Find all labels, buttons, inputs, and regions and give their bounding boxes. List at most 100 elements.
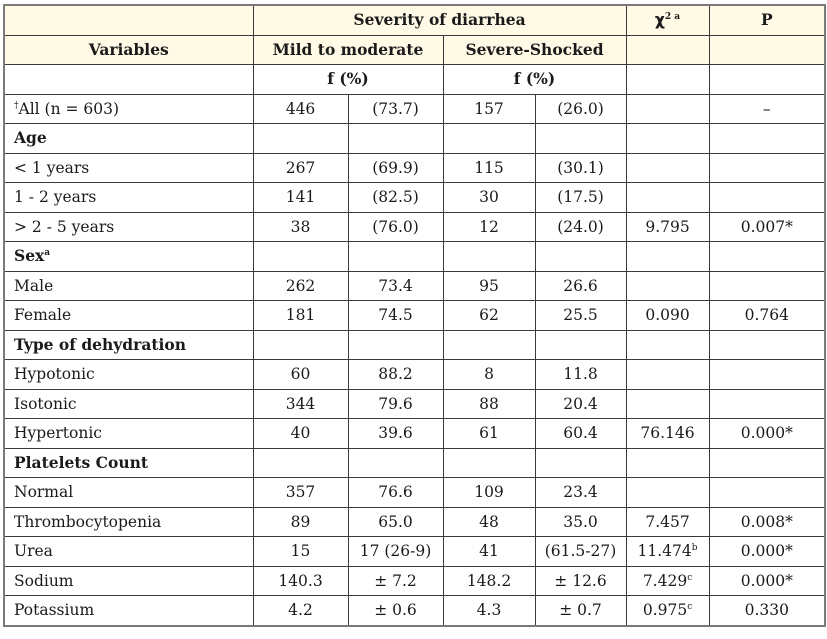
mild-f-cell: 357 xyxy=(252,477,349,508)
row-label-text: All (n = 603) xyxy=(18,99,120,118)
mild-f-cell: 344 xyxy=(252,388,349,419)
section-title-text: Type of dehydration xyxy=(14,334,187,354)
severe-f-cell: 88 xyxy=(442,388,536,419)
p-cell xyxy=(708,182,826,213)
p-cell: 0.000* xyxy=(708,418,826,449)
mild-f-cell: 262 xyxy=(252,270,349,301)
empty-cell xyxy=(534,447,627,478)
severe-f-cell: 48 xyxy=(442,506,536,537)
header-empty-cell xyxy=(3,4,254,36)
table-row: Sodium 140.3 ± 7.2 148.2 ± 12.6 7.429c 0.000* xyxy=(3,565,826,596)
chi-value: 0.975 xyxy=(642,601,688,620)
row-label: Female xyxy=(3,300,254,331)
severe-pct-cell: ± 0.7 xyxy=(534,595,627,626)
table-container: Severity of diarrhea χ2 a P Variables Mi… xyxy=(3,4,827,627)
chi-value: 9.795 xyxy=(645,217,690,236)
row-label: Hypotonic xyxy=(3,359,254,390)
severe-f-cell: 62 xyxy=(442,300,536,331)
p-cell: – xyxy=(708,93,826,124)
severe-f-cell: 148.2 xyxy=(442,565,536,596)
section-header-row: Age xyxy=(3,123,826,154)
severe-f-cell: 157 xyxy=(442,93,536,124)
empty-cell xyxy=(442,241,536,272)
chi-cell xyxy=(625,152,710,183)
mild-pct-cell: ± 0.6 xyxy=(347,595,444,626)
mild-f-cell: 140.3 xyxy=(252,565,349,596)
section-title: Type of dehydration xyxy=(3,329,254,360)
mild-moderate-header: Mild to moderate xyxy=(252,34,444,65)
header-row-3: f (%) f (%) xyxy=(3,64,826,95)
mild-pct-cell: 88.2 xyxy=(347,359,444,390)
p-cell xyxy=(708,477,826,508)
severe-f-cell: 12 xyxy=(442,211,536,242)
severe-pct-cell: 20.4 xyxy=(534,388,627,419)
mild-f-cell: 181 xyxy=(252,300,349,331)
row-label: †All (n = 603) xyxy=(3,93,254,124)
empty-cell xyxy=(347,241,444,272)
empty-cell xyxy=(252,123,349,154)
chi-superscript: 2 a xyxy=(664,12,681,23)
severe-pct-cell: 23.4 xyxy=(534,477,627,508)
chi-cell: 7.457 xyxy=(625,506,710,537)
table-row: Isotonic 344 79.6 88 20.4 xyxy=(3,388,826,419)
row-label: Urea xyxy=(3,536,254,567)
section-title: Sexa xyxy=(3,241,254,272)
header-row-1: Severity of diarrhea χ2 a P xyxy=(3,4,826,36)
mild-pct-cell: (76.0) xyxy=(347,211,444,242)
empty-cell xyxy=(442,123,536,154)
mild-f-cell: 38 xyxy=(252,211,349,242)
mild-f-cell: 15 xyxy=(252,536,349,567)
mild-f-cell: 60 xyxy=(252,359,349,390)
empty-cell xyxy=(708,123,826,154)
section-header-row: Sexa xyxy=(3,241,826,272)
chi-cell: 0.975c xyxy=(625,595,710,626)
p-cell xyxy=(708,270,826,301)
table-row: Hypertonic 40 39.6 61 60.4 76.146 0.000* xyxy=(3,418,826,449)
chi-value: 11.474 xyxy=(637,542,692,561)
p-value-header: P xyxy=(708,4,826,36)
chi-cell: 7.429c xyxy=(625,565,710,596)
empty-cell xyxy=(534,329,627,360)
p-cell xyxy=(708,388,826,419)
empty-cell xyxy=(708,329,826,360)
empty-cell xyxy=(442,329,536,360)
section-title: Platelets Count xyxy=(3,447,254,478)
empty-cell xyxy=(708,241,826,272)
mild-f-cell: 4.2 xyxy=(252,595,349,626)
row-label: Male xyxy=(3,270,254,301)
mild-pct-cell: (73.7) xyxy=(347,93,444,124)
empty-cell xyxy=(442,447,536,478)
row-label: 1 - 2 years xyxy=(3,182,254,213)
chi-footnote: b xyxy=(691,543,698,554)
chi-cell: 9.795 xyxy=(625,211,710,242)
severity-header: Severity of diarrhea xyxy=(252,4,627,36)
section-header-row: Type of dehydration xyxy=(3,329,826,360)
empty-cell xyxy=(252,241,349,272)
table-row: < 1 years 267 (69.9) 115 (30.1) xyxy=(3,152,826,183)
table-row: 1 - 2 years 141 (82.5) 30 (17.5) xyxy=(3,182,826,213)
empty-cell xyxy=(625,241,710,272)
header-empty-cell xyxy=(625,34,710,65)
severe-f-cell: 115 xyxy=(442,152,536,183)
empty-cell xyxy=(252,447,349,478)
severe-pct-cell: 35.0 xyxy=(534,506,627,537)
empty-cell xyxy=(347,447,444,478)
row-label: Normal xyxy=(3,477,254,508)
table-row: Hypotonic 60 88.2 8 11.8 xyxy=(3,359,826,390)
empty-cell xyxy=(534,241,627,272)
table-row: Normal 357 76.6 109 23.4 xyxy=(3,477,826,508)
severe-pct-cell: 25.5 xyxy=(534,300,627,331)
mild-pct-cell: ± 7.2 xyxy=(347,565,444,596)
row-label: < 1 years xyxy=(3,152,254,183)
severe-f-cell: 95 xyxy=(442,270,536,301)
chi-square-header: χ2 a xyxy=(625,4,710,36)
mild-pct-cell: 65.0 xyxy=(347,506,444,537)
section-footnote: a xyxy=(44,248,51,259)
mild-unit-header: f (%) xyxy=(252,64,444,95)
p-cell: 0.000* xyxy=(708,565,826,596)
empty-cell xyxy=(708,64,826,95)
empty-cell xyxy=(3,64,254,95)
all-row: †All (n = 603) 446 (73.7) 157 (26.0) – xyxy=(3,93,826,124)
empty-cell xyxy=(252,329,349,360)
header-row-2: Variables Mild to moderate Severe-Shocke… xyxy=(3,34,826,65)
